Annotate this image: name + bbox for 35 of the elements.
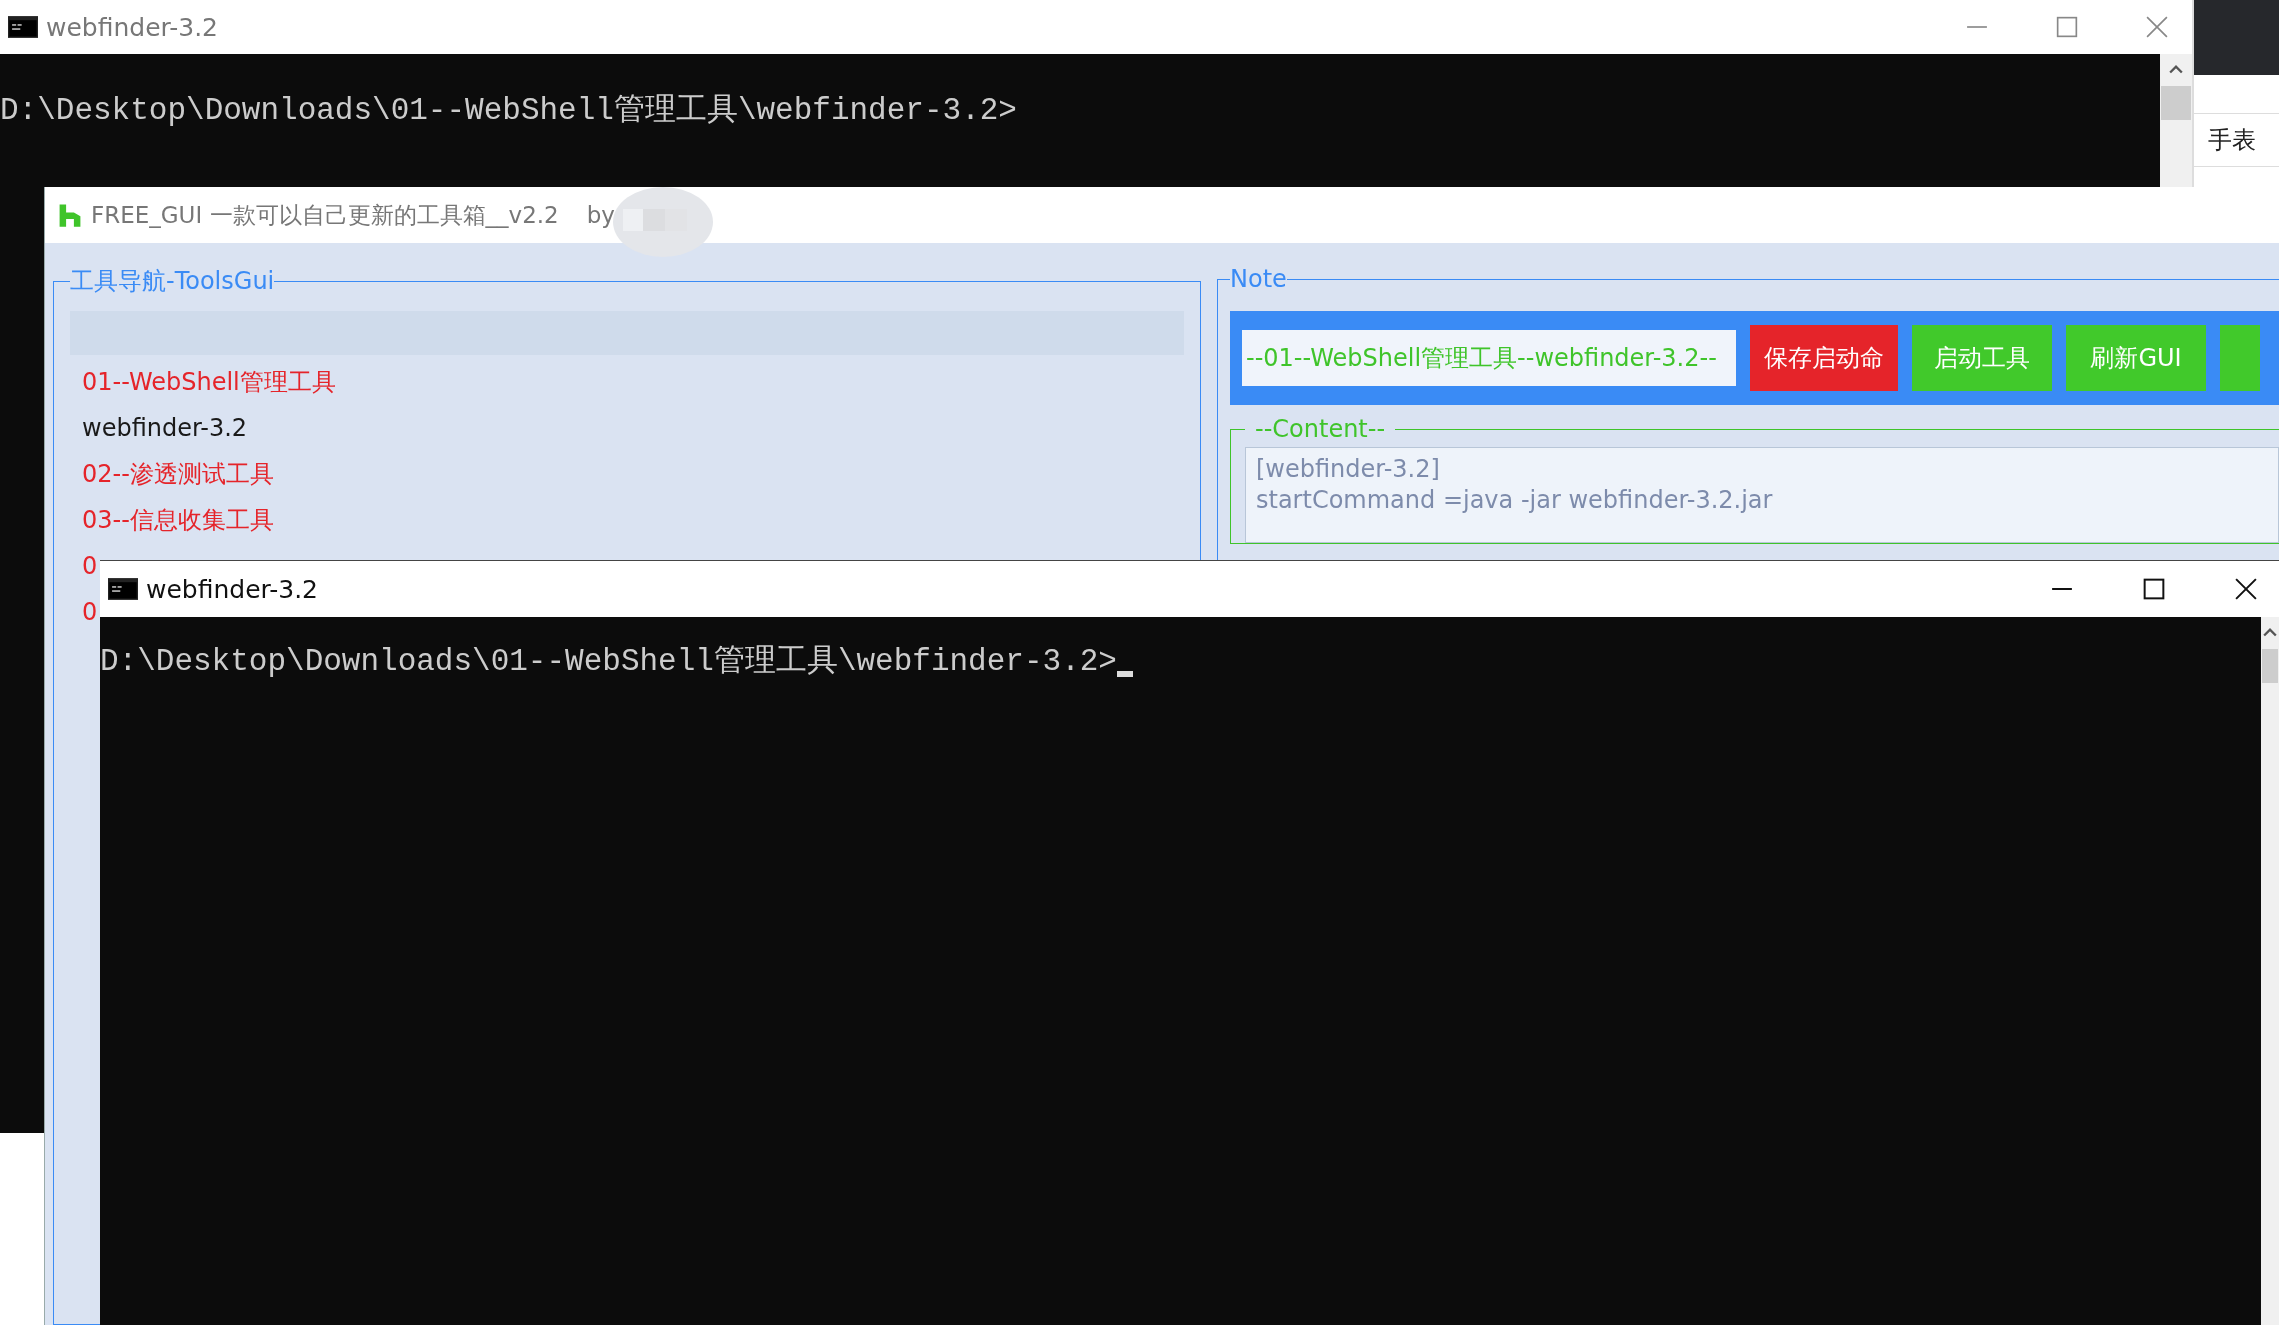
scrollbar[interactable] [2160, 54, 2192, 187]
tree-item[interactable]: 01--WebShell管理工具 [82, 359, 336, 405]
caret-icon[interactable] [2169, 64, 2183, 74]
close-icon[interactable] [2235, 578, 2257, 600]
scroll-thumb[interactable] [2262, 649, 2278, 683]
command-prompt: D:\Desktop\Downloads\01--WebShell管理工具\webfinder-3.2> [0, 92, 1017, 128]
author-label: by [586, 202, 615, 228]
window-title: webfinder-3.2 [146, 574, 318, 604]
section-legend: 工具导航-ToolsGui [70, 265, 275, 297]
text-line: [webfinder-3.2] [1256, 454, 1441, 485]
maximize-icon[interactable] [2143, 578, 2165, 600]
path-field[interactable]: --01--WebShell管理工具--webfinder-3.2-- [1242, 330, 1736, 386]
text-line: startCommand =java -jar webfinder-3.2.jar [1256, 485, 1774, 516]
caret-icon[interactable] [2263, 627, 2277, 637]
section-legend: Note [1230, 265, 1287, 293]
tree-item[interactable]: 03--信息收集工具 [82, 497, 274, 543]
tree-item[interactable]: webfinder-3.2 [82, 405, 248, 451]
content-textarea[interactable]: [webfinder-3.2] startCommand =java -jar webfinder-3.2.jar [1245, 447, 2279, 543]
tab-label[interactable]: 手表 [2208, 126, 2256, 154]
tree-item[interactable]: 0 [82, 543, 98, 589]
tree-item[interactable]: 02--渗透测试工具 [82, 451, 274, 497]
terminal-icon [8, 16, 38, 38]
scroll-thumb[interactable] [2161, 86, 2191, 120]
section-legend: --Content-- [1245, 415, 1396, 443]
action-button[interactable]: 刷新GUI [2066, 325, 2206, 391]
logo-icon [57, 202, 83, 228]
tree-item[interactable]: 0 [82, 589, 98, 635]
terminal-icon [108, 578, 138, 600]
scrollbar[interactable] [2261, 617, 2279, 1325]
command-prompt: D:\Desktop\Downloads\01--WebShell管理工具\webfinder-3.2> [100, 643, 1117, 681]
window-title: FREE_GUI 一款可以自己更新的工具箱__v2.2 [91, 200, 559, 230]
text-cursor [1116, 671, 1133, 677]
action-button[interactable]: 启动工具 [1912, 325, 2052, 391]
window-title: webfinder-3.2 [46, 12, 218, 42]
action-button[interactable]: 保存启动命 [1750, 325, 1898, 391]
